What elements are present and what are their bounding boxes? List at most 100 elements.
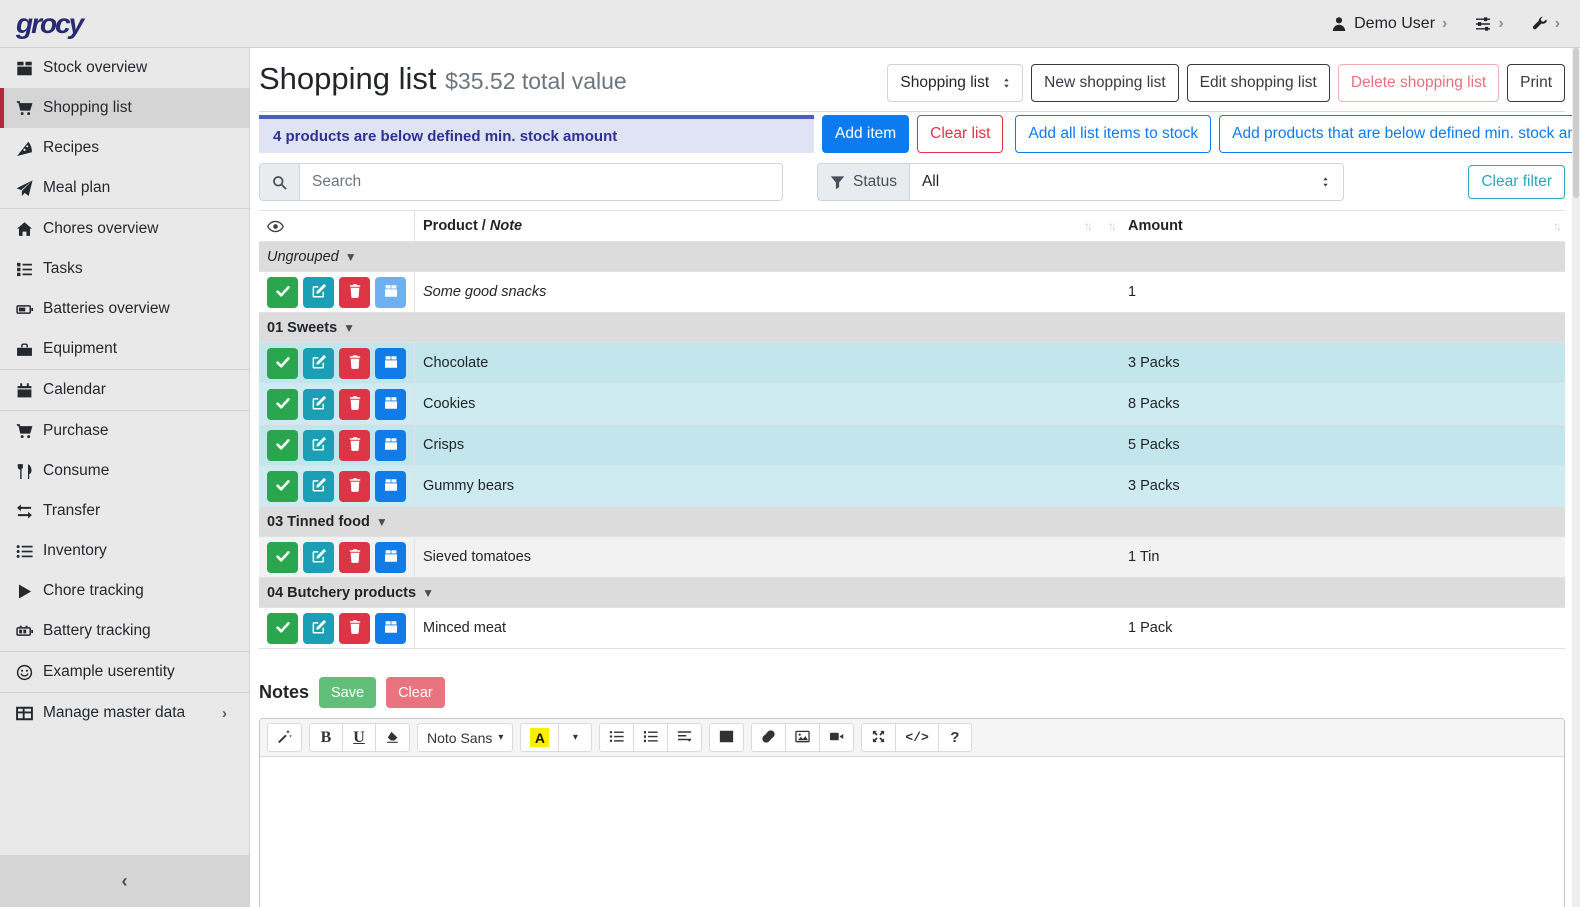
add-to-stock-button[interactable] xyxy=(375,613,406,644)
vertical-scrollbar[interactable] xyxy=(1572,48,1580,907)
add-to-stock-button[interactable] xyxy=(375,389,406,420)
sidebar-item-meal-plan[interactable]: Meal plan xyxy=(0,168,249,208)
settings-menu[interactable]: › xyxy=(1475,16,1503,32)
edit-item-button[interactable] xyxy=(303,348,334,379)
shopping-list-select[interactable]: Shopping list xyxy=(887,64,1023,102)
product-group-row[interactable]: 01 Sweets▼ xyxy=(259,313,1565,343)
delete-item-button[interactable] xyxy=(339,542,370,573)
editor-ordered-list-button[interactable] xyxy=(633,723,668,752)
delete-item-button[interactable] xyxy=(339,277,370,308)
mark-done-button[interactable] xyxy=(267,542,298,573)
sidebar-item-chores-overview[interactable]: Chores overview xyxy=(0,209,249,249)
print-button[interactable]: Print xyxy=(1507,64,1565,102)
new-shopping-list-button[interactable]: New shopping list xyxy=(1031,64,1178,102)
grocy-logo[interactable]: grocy xyxy=(16,8,82,40)
add-to-stock-button[interactable] xyxy=(375,277,406,308)
mark-done-button[interactable] xyxy=(267,471,298,502)
sidebar-item-consume[interactable]: Consume xyxy=(0,451,249,491)
sidebar-item-label: Recipes xyxy=(43,139,99,157)
edit-item-button[interactable] xyxy=(303,389,334,420)
edit-shopping-list-button[interactable]: Edit shopping list xyxy=(1187,64,1330,102)
sidebar-item-calendar[interactable]: Calendar xyxy=(0,370,249,410)
sidebar-item-purchase[interactable]: Purchase xyxy=(0,411,249,451)
add-all-to-stock-button[interactable]: Add all list items to stock xyxy=(1015,115,1211,153)
sidebar-item-transfer[interactable]: Transfer xyxy=(0,491,249,531)
delete-item-button[interactable] xyxy=(339,389,370,420)
delete-item-button[interactable] xyxy=(339,613,370,644)
edit-item-button[interactable] xyxy=(303,430,334,461)
editor-magic-wand-button[interactable] xyxy=(267,723,302,752)
editor-codeview-button[interactable]: </> xyxy=(895,723,938,752)
delete-shopping-list-button[interactable]: Delete shopping list xyxy=(1338,64,1499,102)
sidebar-item-batteries-overview[interactable]: Batteries overview xyxy=(0,289,249,329)
editor-underline-button[interactable]: U xyxy=(342,723,376,752)
edit-item-button[interactable] xyxy=(303,471,334,502)
column-visibility-header[interactable] xyxy=(259,211,415,242)
sort-icon: ↑↓ xyxy=(1108,219,1114,233)
edit-item-button[interactable] xyxy=(303,542,334,573)
sidebar-item-chore-tracking[interactable]: Chore tracking xyxy=(0,571,249,611)
search-input[interactable] xyxy=(299,163,783,201)
clear-filter-button[interactable]: Clear filter xyxy=(1468,165,1565,199)
sidebar-item-tasks[interactable]: Tasks xyxy=(0,249,249,289)
mark-done-button[interactable] xyxy=(267,277,298,308)
amount-column-header[interactable]: ↑↓ Amount ↑↓ xyxy=(1120,211,1565,242)
sidebar-item-equipment[interactable]: Equipment xyxy=(0,329,249,369)
product-name: Gummy bears xyxy=(415,466,1121,507)
mark-done-button[interactable] xyxy=(267,430,298,461)
editor-font-dropdown-button[interactable]: Noto Sans▾ xyxy=(417,723,513,752)
add-to-stock-button[interactable] xyxy=(375,542,406,573)
notes-editor-area[interactable] xyxy=(260,757,1564,907)
editor-eraser-button[interactable] xyxy=(375,723,410,752)
add-to-stock-button[interactable] xyxy=(375,471,406,502)
delete-item-button[interactable] xyxy=(339,471,370,502)
admin-menu[interactable]: › xyxy=(1532,16,1560,32)
sidebar-item-battery-tracking[interactable]: Battery tracking xyxy=(0,611,249,651)
sidebar-item-shopping-list[interactable]: Shopping list xyxy=(0,88,249,128)
editor-video-button[interactable] xyxy=(819,723,854,752)
product-group-row[interactable]: 03 Tinned food▼ xyxy=(259,507,1565,537)
user-menu[interactable]: Demo User › xyxy=(1331,15,1447,33)
shopping-list-row: Chocolate3 Packs xyxy=(259,343,1565,384)
check-icon xyxy=(275,283,291,302)
sidebar-item-stock-overview[interactable]: Stock overview xyxy=(0,48,249,88)
sidebar-collapse-button[interactable]: ‹ xyxy=(0,855,249,907)
add-below-min-button[interactable]: Add products that are below defined min.… xyxy=(1219,115,1580,153)
editor-table-grid-button[interactable] xyxy=(709,723,744,752)
status-select[interactable]: All xyxy=(909,163,1344,201)
editor-unordered-list-button[interactable] xyxy=(599,723,634,752)
sidebar-item-recipes[interactable]: Recipes xyxy=(0,128,249,168)
editor-link-button[interactable] xyxy=(751,723,786,752)
notes-save-button[interactable]: Save xyxy=(319,677,376,708)
editor-bold-button[interactable]: B xyxy=(309,723,343,752)
mark-done-button[interactable] xyxy=(267,348,298,379)
mark-done-button[interactable] xyxy=(267,389,298,420)
add-item-button[interactable]: Add item xyxy=(822,115,909,153)
clear-list-button[interactable]: Clear list xyxy=(917,115,1003,153)
product-group-row[interactable]: 04 Butchery products▼ xyxy=(259,578,1565,608)
trash-icon xyxy=(347,619,363,638)
delete-item-button[interactable] xyxy=(339,430,370,461)
sidebar-item-inventory[interactable]: Inventory xyxy=(0,531,249,571)
edit-item-button[interactable] xyxy=(303,613,334,644)
trash-icon xyxy=(347,283,363,302)
editor-paragraph-button[interactable] xyxy=(667,723,702,752)
editor-help-button[interactable]: ? xyxy=(938,723,972,752)
sidebar-item-manage-master-data[interactable]: Manage master data› xyxy=(0,693,249,733)
product-amount: 1 Pack xyxy=(1120,608,1565,649)
mark-done-button[interactable] xyxy=(267,613,298,644)
editor-color-caret-button[interactable]: ▾ xyxy=(558,723,592,752)
sidebar-item-example-userentity[interactable]: Example userentity xyxy=(0,652,249,692)
editor-color-button-button[interactable]: A xyxy=(520,723,559,752)
add-to-stock-button[interactable] xyxy=(375,348,406,379)
paragraph-icon xyxy=(677,729,692,747)
edit-item-button[interactable] xyxy=(303,277,334,308)
delete-item-button[interactable] xyxy=(339,348,370,379)
product-column-header[interactable]: Product / Note ↑↓ xyxy=(415,211,1121,242)
editor-fullscreen-button[interactable] xyxy=(861,723,896,752)
select-arrows-icon xyxy=(1001,76,1012,90)
add-to-stock-button[interactable] xyxy=(375,430,406,461)
notes-clear-button[interactable]: Clear xyxy=(386,677,445,708)
editor-picture-button[interactable] xyxy=(785,723,820,752)
product-group-row[interactable]: Ungrouped▼ xyxy=(259,242,1565,272)
